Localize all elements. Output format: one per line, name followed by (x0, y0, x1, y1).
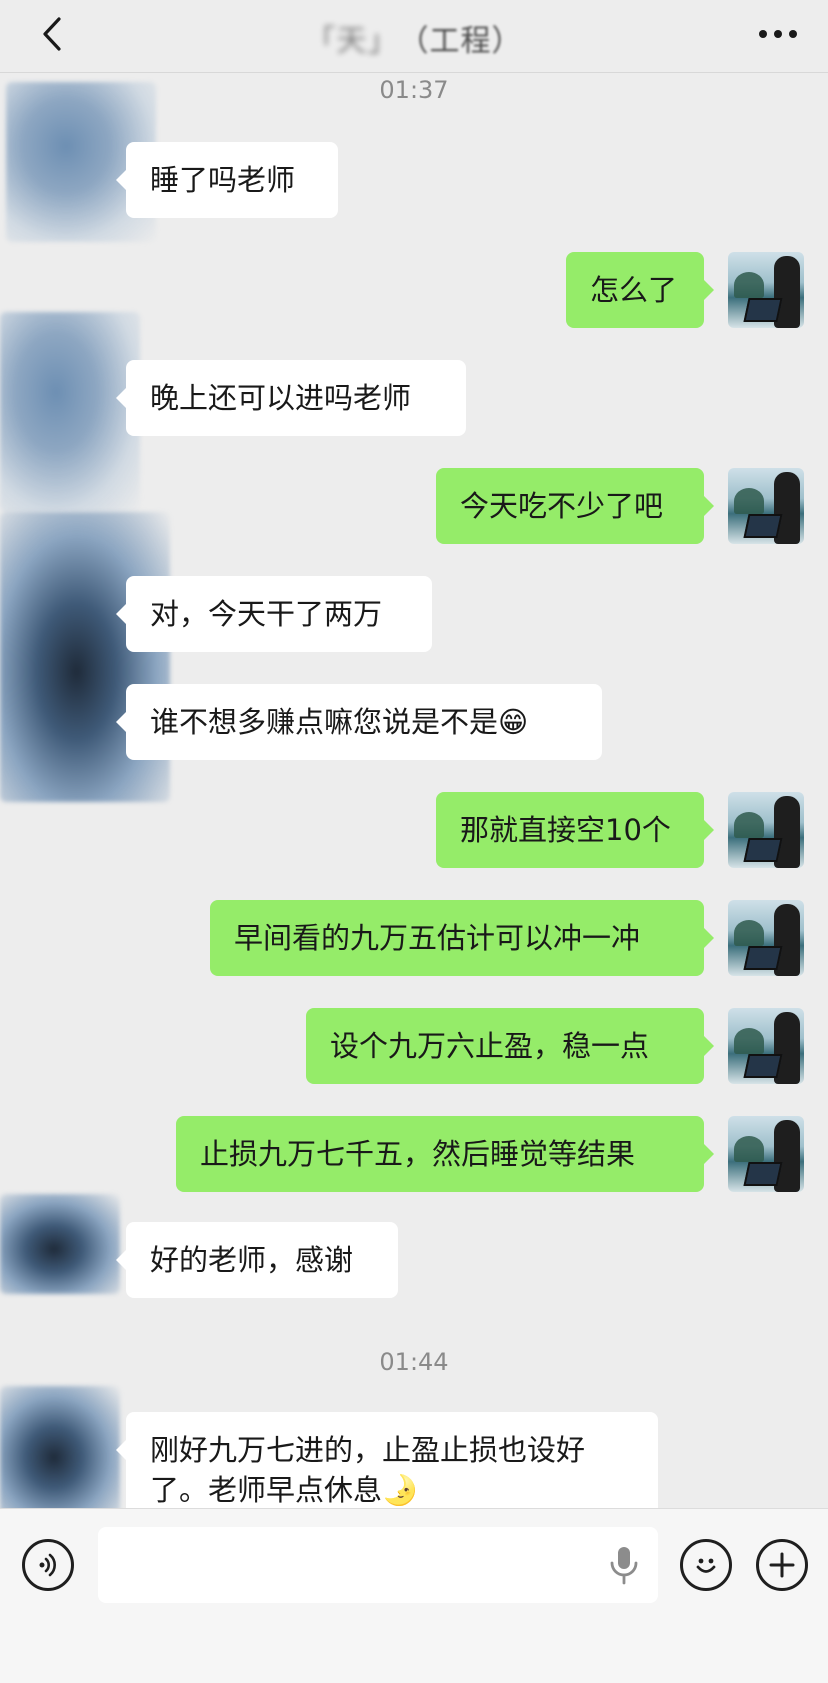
avatar-tablet (743, 298, 783, 322)
input-bar (0, 1508, 828, 1683)
message-list[interactable]: 01:37 睡了吗老师 怎么了 晚上还可以进吗老师 今天吃不少了吧 对，今天干了… (0, 72, 828, 1532)
avatar-trees (734, 920, 764, 946)
incoming-message[interactable]: 睡了吗老师 (116, 142, 338, 218)
avatar-trees (734, 272, 764, 298)
contact-avatar[interactable] (0, 1386, 120, 1516)
outgoing-message[interactable]: 早间看的九万五估计可以冲一冲 (210, 900, 714, 976)
user-avatar[interactable] (728, 1008, 804, 1084)
contact-avatar[interactable] (0, 1194, 120, 1294)
avatar-tablet (743, 1054, 783, 1078)
emoji-icon (696, 1558, 716, 1573)
incoming-message[interactable]: 谁不想多赚点嘛您说是不是😁 (116, 684, 602, 760)
contact-avatar[interactable] (0, 312, 140, 512)
avatar-tablet (743, 946, 783, 970)
avatar-trees (734, 812, 764, 838)
avatar-trees (734, 1028, 764, 1054)
user-avatar[interactable] (728, 1116, 804, 1192)
chat-title-suffix: （工程） (398, 24, 523, 59)
voice-icon (39, 1553, 56, 1577)
timestamp: 01:44 (379, 1348, 449, 1376)
chat-title: 「天」（工程） (0, 16, 828, 60)
emoji-button[interactable] (680, 1539, 732, 1591)
outgoing-message[interactable]: 今天吃不少了吧 (436, 468, 714, 544)
outgoing-message[interactable]: 怎么了 (566, 252, 714, 328)
chat-title-name: 「天」 (305, 24, 399, 59)
more-button[interactable] (756, 14, 800, 54)
user-avatar[interactable] (728, 468, 804, 544)
outgoing-message[interactable]: 止损九万七千五，然后睡觉等结果 (176, 1116, 714, 1192)
chat-header: 「天」（工程） (0, 0, 828, 73)
incoming-message[interactable]: 晚上还可以进吗老师 (116, 360, 466, 436)
microphone-icon (610, 1547, 638, 1585)
user-avatar[interactable] (728, 900, 804, 976)
more-dots-icon (759, 30, 797, 38)
incoming-message[interactable]: 好的老师，感谢 (116, 1222, 398, 1298)
outgoing-message[interactable]: 设个九万六止盈，稳一点 (306, 1008, 714, 1084)
avatar-tablet (743, 514, 783, 538)
user-avatar[interactable] (728, 252, 804, 328)
more-actions-button[interactable] (756, 1539, 808, 1591)
avatar-trees (734, 1136, 764, 1162)
user-avatar[interactable] (728, 792, 804, 868)
incoming-message[interactable]: 对，今天干了两万 (116, 576, 432, 652)
avatar-trees (734, 488, 764, 514)
avatar-tablet (743, 1162, 783, 1186)
microphone-button[interactable] (606, 1545, 642, 1585)
plus-icon (769, 1552, 795, 1578)
outgoing-message[interactable]: 那就直接空10个 (436, 792, 714, 868)
voice-button[interactable] (22, 1539, 74, 1591)
avatar-tablet (743, 838, 783, 862)
message-input[interactable] (98, 1527, 658, 1603)
